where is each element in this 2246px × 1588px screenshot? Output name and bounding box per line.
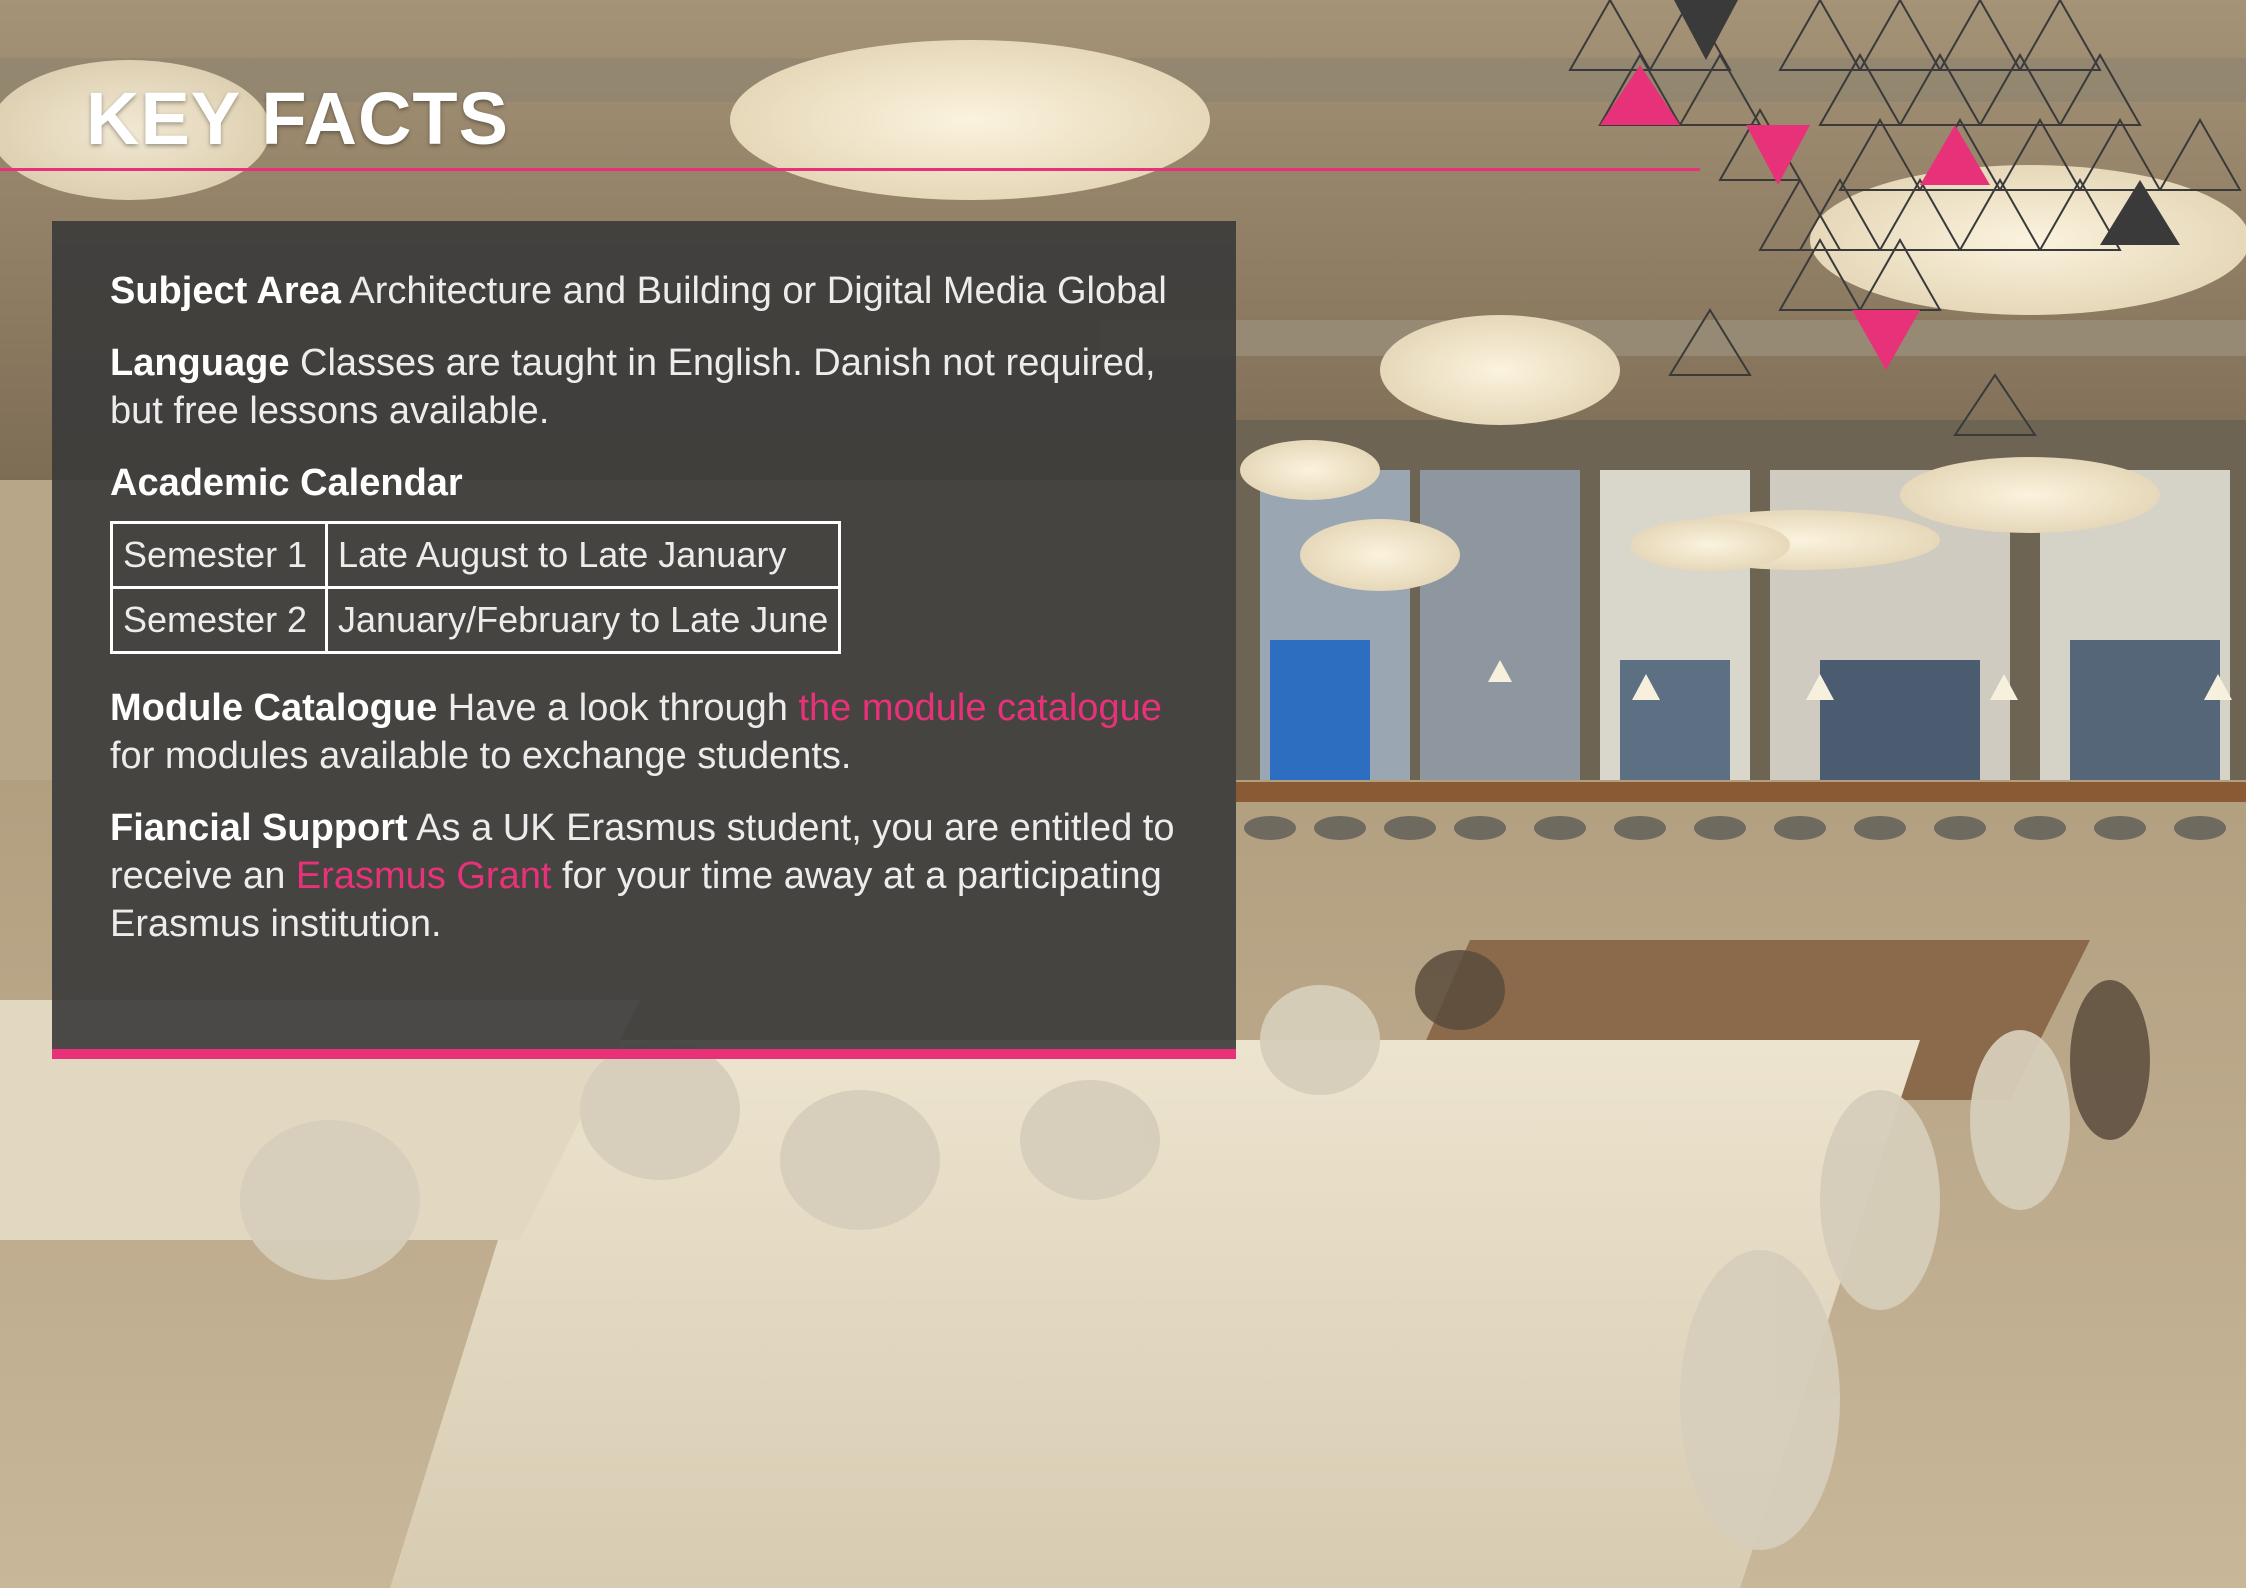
title-underline — [0, 168, 1700, 171]
table-row: Semester 1 Late August to Late January — [110, 521, 842, 589]
semester-cell: Semester 1 — [110, 521, 328, 589]
erasmus-grant-link[interactable]: Erasmus Grant — [296, 855, 552, 897]
financial-support-fact: Fiancial Support As a UK Erasmus student… — [110, 804, 1186, 948]
module-catalogue-fact: Module Catalogue Have a look through the… — [110, 684, 1186, 780]
subject-area-fact: Subject Area Architecture and Building o… — [110, 267, 1186, 315]
language-label: Language — [110, 342, 290, 384]
module-catalogue-link[interactable]: the module catalogue — [798, 687, 1161, 729]
module-catalogue-label: Module Catalogue — [110, 687, 438, 729]
page-title: KEY FACTS — [86, 77, 509, 160]
dates-cell: Late August to Late January — [324, 521, 842, 589]
module-catalogue-text-before: Have a look through — [447, 687, 788, 729]
module-catalogue-text-after: for modules available to exchange studen… — [110, 735, 852, 777]
key-facts-panel: Subject Area Architecture and Building o… — [52, 221, 1236, 1059]
subject-area-text: Architecture and Building or Digital Med… — [349, 270, 1167, 312]
dates-cell: January/February to Late June — [324, 586, 842, 654]
subject-area-label: Subject Area — [110, 270, 341, 312]
academic-calendar-table: Semester 1 Late August to Late January S… — [110, 521, 842, 654]
academic-calendar-heading: Academic Calendar — [110, 462, 463, 504]
language-fact: Language Classes are taught in English. … — [110, 339, 1186, 435]
financial-support-label: Fiancial Support — [110, 807, 408, 849]
table-row: Semester 2 January/February to Late June — [110, 586, 842, 654]
semester-cell: Semester 2 — [110, 586, 328, 654]
